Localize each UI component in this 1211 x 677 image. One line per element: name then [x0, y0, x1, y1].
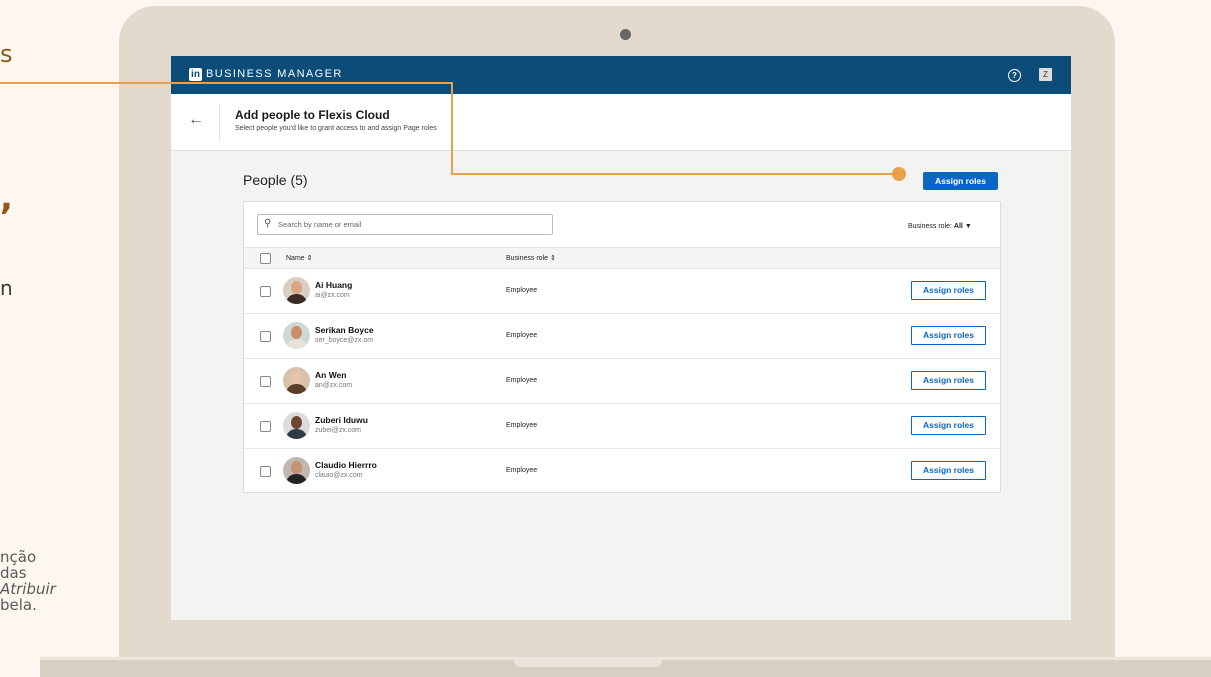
row-checkbox[interactable]: [260, 466, 271, 477]
person-email: clauio@zx.com: [315, 472, 363, 479]
person-name: Ai Huang: [315, 280, 353, 290]
column-header-business-role[interactable]: Business role ⇕: [506, 254, 556, 262]
camera-dot: [620, 29, 631, 40]
page-title: Add people to Flexis Cloud: [235, 108, 390, 122]
column-header-label: Name: [286, 255, 305, 262]
laptop-base: [40, 657, 1211, 677]
assign-roles-button[interactable]: Assign roles: [911, 281, 986, 300]
top-navigation-bar: in BUSINESS MANAGER ? Z: [171, 56, 1071, 94]
table-header: Name ⇕ Business role ⇕: [244, 247, 1000, 269]
row-checkbox[interactable]: [260, 331, 271, 342]
assign-roles-primary-button[interactable]: Assign roles: [923, 172, 998, 190]
person-business-role: Employee: [506, 287, 538, 294]
laptop-notch: [514, 660, 662, 667]
callout-line-horizontal-bottom: [451, 173, 899, 175]
user-avatar[interactable]: Z: [1039, 68, 1052, 81]
slide-paragraph-line: Atribuir: [0, 580, 56, 598]
person-name: An Wen: [315, 370, 347, 380]
avatar: [283, 277, 310, 304]
assign-roles-button[interactable]: Assign roles: [911, 461, 986, 480]
assign-roles-button[interactable]: Assign roles: [911, 326, 986, 345]
help-icon[interactable]: ?: [1008, 69, 1021, 82]
callout-line-horizontal-top: [0, 82, 452, 84]
search-icon: ⚲: [264, 218, 272, 229]
search-box: ⚲: [257, 214, 553, 235]
page-subtitle: Select people you'd like to grant access…: [235, 125, 437, 132]
person-email: an@zx.com: [315, 382, 353, 389]
person-email: zubei@zx.com: [315, 427, 362, 434]
table-row: Ai Huang ai@zx.com Employee Assign roles: [244, 268, 1000, 314]
column-header-name[interactable]: Name ⇕: [286, 254, 313, 262]
slide-paragraph-fragment: nção das Atribuir bela.: [0, 549, 56, 613]
assign-roles-button[interactable]: Assign roles: [911, 371, 986, 390]
select-all-checkbox[interactable]: [260, 253, 271, 264]
person-name: Serikan Boyce: [315, 325, 374, 335]
caret-down-icon: ▼: [964, 223, 972, 230]
avatar: [283, 367, 310, 394]
column-header-label: Business role: [506, 255, 549, 262]
avatar: [283, 457, 310, 484]
business-role-filter[interactable]: Business role: All ▼: [908, 223, 972, 230]
person-business-role: Employee: [506, 377, 538, 384]
row-checkbox[interactable]: [260, 421, 271, 432]
app-screen: in BUSINESS MANAGER ? Z ← Add people to …: [171, 56, 1071, 620]
people-count-heading: People (5): [243, 172, 308, 188]
slide-paragraph-line: nção: [0, 548, 37, 566]
table-row: Zuberi Iduwu zubei@zx.com Employee Assig…: [244, 403, 1000, 449]
person-email: ser_boyce@zx.om: [315, 337, 374, 344]
table-row: Serikan Boyce ser_boyce@zx.om Employee A…: [244, 313, 1000, 359]
people-table-card: ⚲ Business role: All ▼ Name ⇕ Business r…: [243, 201, 1001, 493]
row-checkbox[interactable]: [260, 376, 271, 387]
avatar: [283, 412, 310, 439]
slide-comma-fragment: ,: [0, 178, 13, 218]
table-row: Claudio Hierrro clauio@zx.com Employee A…: [244, 448, 1000, 493]
filter-value: All: [953, 223, 963, 230]
linkedin-logo-icon[interactable]: in: [189, 68, 202, 81]
slide-paragraph-line: bela.: [0, 596, 37, 614]
assign-roles-button[interactable]: Assign roles: [911, 416, 986, 435]
slide-heading-fragment: s: [0, 40, 13, 68]
header-divider: [219, 104, 220, 140]
slide-paragraph-line: das: [0, 564, 27, 582]
row-checkbox[interactable]: [260, 286, 271, 297]
person-name: Claudio Hierrro: [315, 460, 377, 470]
person-name: Zuberi Iduwu: [315, 415, 368, 425]
app-brand-name: BUSINESS MANAGER: [206, 68, 343, 80]
slide-text-fragment: n: [0, 276, 13, 300]
page-header: ← Add people to Flexis Cloud Select peop…: [171, 94, 1071, 151]
sort-icon: ⇕: [549, 255, 556, 262]
back-arrow-icon[interactable]: ←: [188, 111, 204, 129]
search-input[interactable]: [278, 217, 538, 231]
avatar: [283, 322, 310, 349]
sort-icon: ⇕: [306, 255, 313, 262]
person-business-role: Employee: [506, 467, 538, 474]
person-business-role: Employee: [506, 422, 538, 429]
table-row: An Wen an@zx.com Employee Assign roles: [244, 358, 1000, 404]
person-email: ai@zx.com: [315, 292, 350, 299]
filter-label: Business role:: [908, 223, 952, 230]
person-business-role: Employee: [506, 332, 538, 339]
callout-line-vertical: [451, 82, 453, 174]
callout-dot: [892, 167, 906, 181]
